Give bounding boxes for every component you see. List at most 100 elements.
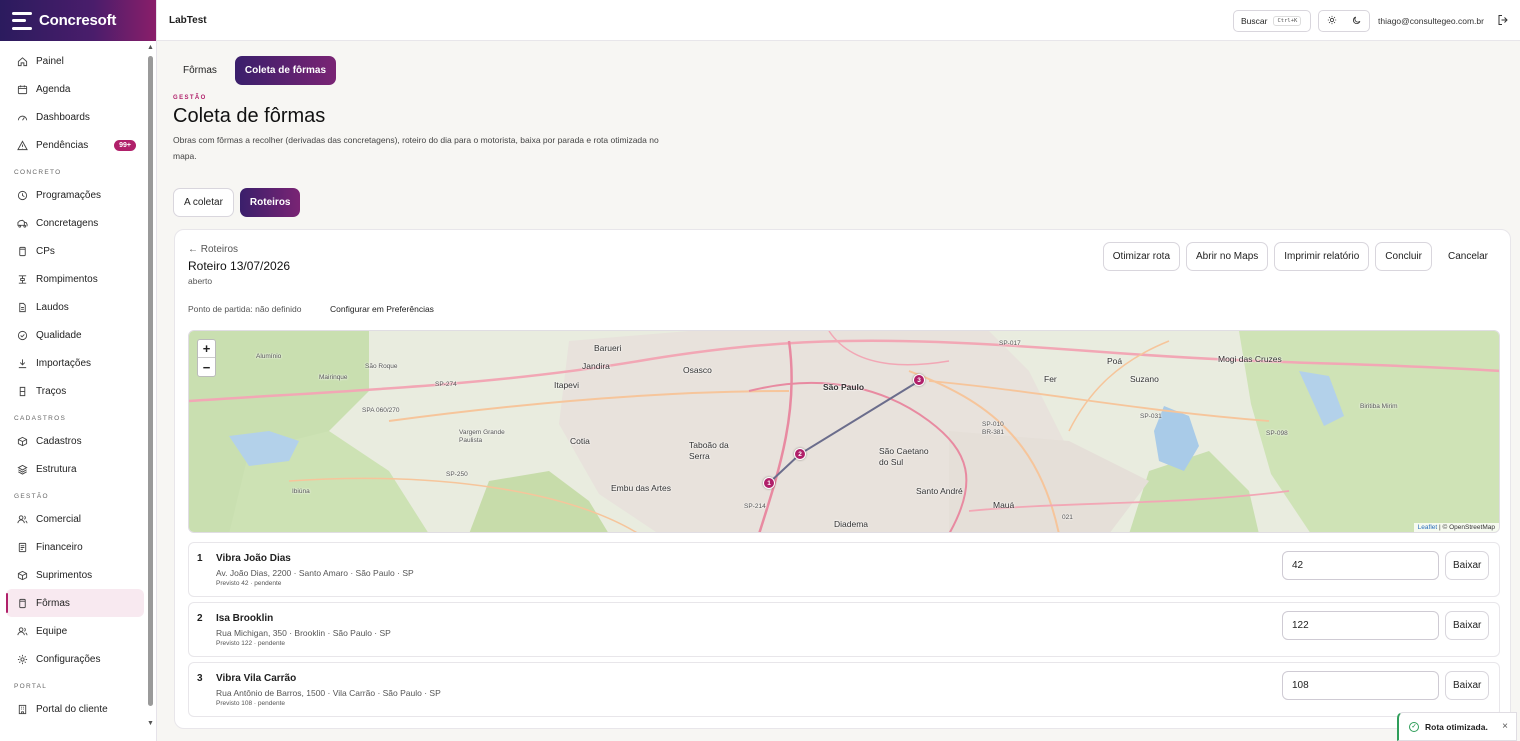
cylinder-icon <box>16 597 28 609</box>
conclude-button[interactable]: Concluir <box>1375 242 1432 271</box>
sidebar-item-qualidade[interactable]: Qualidade <box>6 321 144 349</box>
sidebar-item-dashboards[interactable]: Dashboards <box>6 103 144 131</box>
close-icon[interactable]: × <box>1502 721 1508 732</box>
sidebar-item-label: Qualidade <box>36 329 82 341</box>
leaflet-link[interactable]: Leaflet <box>1418 524 1438 531</box>
alert-triangle-icon <box>16 139 28 151</box>
optimize-route-button[interactable]: Otimizar rota <box>1102 242 1181 271</box>
zoom-in-button[interactable]: + <box>198 340 215 358</box>
map-label-taboao: Taboão da Serra <box>689 440 729 461</box>
stop-quantity-input[interactable] <box>1282 671 1439 700</box>
sidebar-item-cadastros[interactable]: Cadastros <box>6 427 144 455</box>
stop-meta: Previsto 122 · pendente <box>216 640 286 647</box>
baixar-button[interactable]: Baixar <box>1445 671 1490 700</box>
configure-preferences-link[interactable]: Configurar em Preferências <box>330 304 434 314</box>
map-label-sao-paulo: São Paulo <box>823 382 865 392</box>
sidebar-item-cps[interactable]: CPs <box>6 237 144 265</box>
subtab-roteiros[interactable]: Roteiros <box>239 188 301 217</box>
baixar-button[interactable]: Baixar <box>1445 611 1490 640</box>
route-marker-2[interactable]: 2 <box>794 448 806 460</box>
moon-icon[interactable] <box>1352 12 1362 30</box>
tab-formas[interactable]: Fôrmas <box>173 56 227 85</box>
sidebar-item-label: Agenda <box>36 83 71 95</box>
download-icon <box>16 357 28 369</box>
section-cadastros: CADASTROS <box>14 415 67 422</box>
map-label-sp031: SP-031 <box>1140 413 1162 420</box>
zoom-control: + − <box>197 339 216 377</box>
sidebar-item-label: Concretagens <box>36 217 99 229</box>
zoom-out-button[interactable]: − <box>198 358 215 376</box>
sidebar-scrollbar[interactable]: ▲ ▼ <box>147 44 154 734</box>
back-to-roteiros-link[interactable]: ← Roteiros <box>188 244 238 255</box>
scroll-up-arrow-icon[interactable]: ▲ <box>147 44 154 51</box>
subtab-a-coletar[interactable]: A coletar <box>173 188 234 217</box>
map-label-sp010: SP-010 BR-381 <box>982 421 1005 436</box>
cancel-button[interactable]: Cancelar <box>1437 242 1498 271</box>
open-in-maps-button[interactable]: Abrir no Maps <box>1186 242 1269 271</box>
sidebar-item-portal-cliente[interactable]: Portal do cliente <box>6 695 144 723</box>
sidebar-item-label: Importações <box>36 357 92 369</box>
sidebar-item-equipe[interactable]: Equipe <box>6 617 144 645</box>
route-title: Roteiro 13/07/2026 <box>188 259 291 273</box>
sidebar-item-label: Pendências <box>36 139 89 151</box>
sidebar-item-comercial[interactable]: Comercial <box>6 505 144 533</box>
route-status: aberto <box>188 276 213 286</box>
sidebar-item-label: Traços <box>36 385 67 397</box>
sun-icon[interactable] <box>1327 12 1337 30</box>
map-label-cotia: Cotia <box>570 436 590 446</box>
page-eyebrow: GESTÃO <box>173 95 207 101</box>
map-label-maua: Mauá <box>993 500 1015 510</box>
map-label-sao-roque: São Roque <box>365 363 398 370</box>
sidebar-item-painel[interactable]: Painel <box>6 47 144 75</box>
home-icon <box>16 55 28 67</box>
sidebar-item-label: Equipe <box>36 625 68 637</box>
sidebar-item-rompimentos[interactable]: Rompimentos <box>6 265 144 293</box>
press-icon <box>16 273 28 285</box>
stop-number: 1 <box>197 553 203 564</box>
scroll-down-arrow-icon[interactable]: ▼ <box>147 720 154 727</box>
section-concreto: CONCRETO <box>14 169 62 176</box>
sidebar-item-agenda[interactable]: Agenda <box>6 75 144 103</box>
sidebar-item-laudos[interactable]: Laudos <box>6 293 144 321</box>
sidebar-item-concretagens[interactable]: Concretagens <box>6 209 144 237</box>
stop-row: 2 Isa Brooklin Rua Michigan, 350 · Brook… <box>188 602 1500 657</box>
map-label-sp250: SP-250 <box>446 471 468 478</box>
sidebar-item-importacoes[interactable]: Importações <box>6 349 144 377</box>
sidebar-item-configuracoes[interactable]: Configurações <box>6 645 144 673</box>
scrollbar-thumb[interactable] <box>148 56 153 706</box>
sidebar-item-formas[interactable]: Fôrmas <box>6 589 144 617</box>
document-icon <box>16 301 28 313</box>
sidebar-item-programacoes[interactable]: Programações <box>6 181 144 209</box>
stop-meta: Previsto 42 · pendente <box>216 580 282 587</box>
search-button[interactable]: Buscar Ctrl+K <box>1233 10 1311 32</box>
app-title: LabTest <box>169 15 207 26</box>
sidebar-item-estrutura[interactable]: Estrutura <box>6 455 144 483</box>
sidebar-nav: Painel Agenda Dashboards Pendências 99+ … <box>6 47 144 723</box>
map-label-embu: Embu das Artes <box>611 483 672 493</box>
tab-coleta-formas[interactable]: Coleta de fôrmas <box>234 56 337 85</box>
gauge-icon <box>16 111 28 123</box>
baixar-button[interactable]: Baixar <box>1445 551 1490 580</box>
theme-toggle[interactable] <box>1318 10 1370 32</box>
sidebar-item-financeiro[interactable]: Financeiro <box>6 533 144 561</box>
stop-number: 2 <box>197 613 203 624</box>
sidebar-item-label: Dashboards <box>36 111 90 123</box>
logout-icon[interactable] <box>1497 14 1509 26</box>
stop-quantity-input[interactable] <box>1282 611 1439 640</box>
toast-message: Rota otimizada. <box>1425 721 1488 732</box>
print-report-button[interactable]: Imprimir relatório <box>1274 242 1370 271</box>
sidebar-item-suprimentos[interactable]: Suprimentos <box>6 561 144 589</box>
brand-name: Concresoft <box>39 12 117 29</box>
page-title: Coleta de fôrmas <box>173 105 326 127</box>
stop-row: 1 Vibra João Dias Av. João Dias, 2200 · … <box>188 542 1500 597</box>
route-map[interactable]: + − Barueri Jandira Osasco Itapevi São P… <box>188 330 1500 533</box>
osm-attribution[interactable]: | © OpenStreetMap <box>1439 524 1495 531</box>
stop-quantity-input[interactable] <box>1282 551 1439 580</box>
sidebar-item-tracos[interactable]: Traços <box>6 377 144 405</box>
route-marker-3[interactable]: 3 <box>913 374 925 386</box>
route-marker-1[interactable]: 1 <box>763 477 775 489</box>
map-label-diadema: Diadema <box>834 519 869 529</box>
brand-header[interactable]: Concresoft <box>0 0 156 41</box>
sidebar-item-pendencias[interactable]: Pendências 99+ <box>6 131 144 159</box>
map-label-mogi: Mogi das Cruzes <box>1218 354 1282 364</box>
